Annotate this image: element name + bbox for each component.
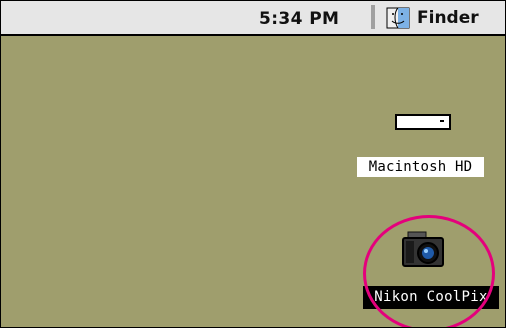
screen-frame: 5:34 PM Finder Macintosh HD Nikon CoolPi… [0, 0, 506, 328]
desktop-area: Macintosh HD Nikon CoolPix [1, 36, 505, 327]
menu-bar: 5:34 PM Finder [1, 1, 505, 36]
macintosh-hd-label[interactable]: Macintosh HD [357, 157, 484, 177]
nikon-coolpix-label[interactable]: Nikon CoolPix [363, 286, 499, 309]
menu-clock: 5:34 PM [259, 9, 340, 29]
finder-icon[interactable] [386, 7, 410, 29]
hard-drive-icon[interactable] [394, 110, 452, 134]
camera-icon[interactable] [400, 228, 448, 273]
finder-menu-label[interactable]: Finder [417, 8, 479, 28]
menu-divider [371, 5, 375, 29]
